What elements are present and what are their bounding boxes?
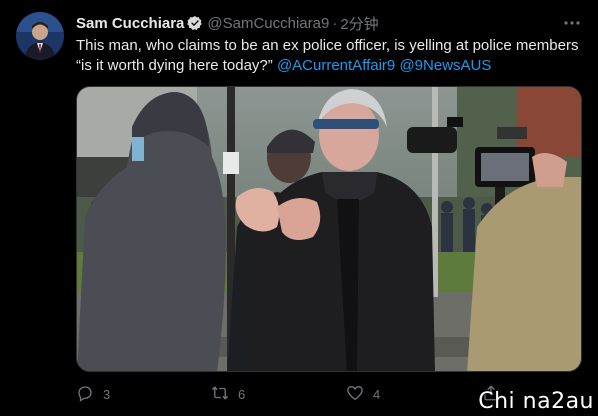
display-name[interactable]: Sam Cucchiara bbox=[76, 15, 184, 32]
reply-icon bbox=[76, 384, 94, 405]
tweet-text-line: “is it worth dying here today?” @ACurren… bbox=[76, 56, 586, 76]
watermark: Chi na2au bbox=[478, 389, 594, 414]
more-options-icon[interactable] bbox=[562, 13, 582, 33]
tweet-card[interactable]: Sam Cucchiara @SamCucchiara9 · 2分钟 This … bbox=[0, 0, 598, 416]
tweet-actions: 3 6 4 bbox=[76, 384, 506, 406]
mention-link[interactable]: @ACurrentAffair9 bbox=[277, 57, 395, 74]
tweet-photo[interactable] bbox=[76, 86, 582, 372]
retweet-button[interactable]: 6 bbox=[211, 384, 245, 404]
separator-dot: · bbox=[332, 14, 338, 32]
avatar[interactable] bbox=[16, 12, 64, 60]
tweet-text: This man, who claims to be an ex police … bbox=[76, 36, 586, 76]
retweet-icon bbox=[211, 384, 229, 405]
user-handle[interactable]: @SamCucchiara9 bbox=[207, 15, 329, 32]
reply-count: 3 bbox=[103, 386, 111, 402]
mention-link[interactable]: @9NewsAUS bbox=[399, 57, 491, 74]
retweet-count: 6 bbox=[238, 386, 246, 402]
verified-badge-icon bbox=[187, 15, 203, 31]
like-count: 4 bbox=[373, 386, 381, 402]
reply-button[interactable]: 3 bbox=[76, 384, 110, 404]
like-button[interactable]: 4 bbox=[346, 384, 380, 404]
quote-text: “is it worth dying here today?” bbox=[76, 57, 273, 74]
tweet-text-line: This man, who claims to be an ex police … bbox=[76, 37, 579, 54]
timestamp[interactable]: 2分钟 bbox=[340, 13, 378, 34]
heart-icon bbox=[346, 384, 364, 405]
tweet-header: Sam Cucchiara @SamCucchiara9 · 2分钟 bbox=[76, 13, 582, 33]
